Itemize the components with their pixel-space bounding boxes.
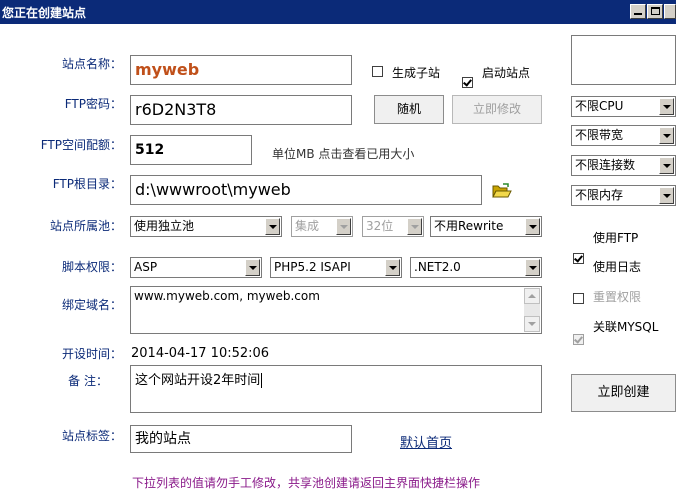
ftp-quota-hint[interactable]: 单位MB 点击查看已用大小: [272, 145, 414, 162]
reset-permission-checkbox[interactable]: [573, 334, 584, 345]
ftp-quota-input[interactable]: 512: [130, 135, 252, 165]
maximize-button[interactable]: [647, 4, 663, 19]
use-log-checkbox[interactable]: [573, 293, 584, 304]
remark-value: 这个网站开设2年时间: [135, 373, 261, 388]
cpu-limit-select[interactable]: 不限CPU: [571, 96, 676, 117]
site-name-label: 站点名称：: [61, 57, 122, 71]
php-value: PHP5.2 ISAPI: [274, 260, 351, 274]
maximize-icon: [651, 7, 660, 15]
bandwidth-limit-value: 不限带宽: [575, 128, 624, 142]
create-subsite-checkbox[interactable]: [372, 66, 383, 77]
asp-value: ASP: [134, 260, 158, 274]
site-tag-input[interactable]: 我的站点: [130, 425, 352, 453]
use-log-label: 使用日志: [593, 260, 642, 274]
domains-label: 绑定域名：: [61, 298, 122, 312]
chevron-down-icon: [385, 259, 400, 276]
reset-permission-label: 重置权限: [593, 290, 642, 304]
window-title: 您正在创建站点: [2, 6, 87, 20]
ftp-password-label: FTP密码：: [64, 97, 122, 111]
ftp-root-input[interactable]: d:\wwwroot\myweb: [130, 175, 482, 205]
rewrite-select[interactable]: 不用Rewrite: [430, 216, 542, 237]
scroll-up-icon[interactable]: [524, 288, 540, 304]
text-caret: [261, 373, 263, 388]
title-bar: 您正在创建站点: [0, 0, 676, 24]
preview-box: [571, 35, 676, 85]
chevron-down-icon: [245, 259, 260, 276]
php-select[interactable]: PHP5.2 ISAPI: [270, 257, 402, 278]
chevron-down-icon: [525, 259, 540, 276]
dotnet-value: .NET2.0: [414, 260, 461, 274]
dotnet-select[interactable]: .NET2.0: [410, 257, 542, 278]
chevron-down-icon: [659, 187, 674, 204]
remark-textarea[interactable]: 这个网站开设2年时间: [130, 365, 542, 413]
bitness-select[interactable]: 32位: [362, 216, 424, 237]
use-ftp-label: 使用FTP: [593, 231, 639, 245]
scroll-down-icon[interactable]: [524, 316, 540, 332]
chevron-down-icon: [336, 218, 351, 235]
random-password-button[interactable]: 随机: [374, 95, 444, 124]
bitness-value: 32位: [366, 219, 394, 233]
domains-textarea[interactable]: www.myweb.com, myweb.com: [130, 286, 542, 334]
create-subsite-label: 生成子站: [392, 66, 441, 80]
pool-label: 站点所属池：: [49, 219, 122, 233]
asp-select[interactable]: ASP: [130, 257, 262, 278]
chevron-down-icon: [265, 218, 280, 235]
default-home-link[interactable]: 默认首页: [400, 432, 452, 451]
close-button[interactable]: [664, 4, 676, 19]
rewrite-value: 不用Rewrite: [434, 219, 504, 233]
modify-now-button[interactable]: 立即修改: [452, 95, 542, 124]
use-ftp-checkbox[interactable]: [573, 253, 584, 264]
chevron-down-icon: [659, 127, 674, 144]
site-tag-label: 站点标签：: [61, 429, 122, 443]
minimize-button[interactable]: [630, 4, 646, 19]
footer-note: 下拉列表的值请勿手工修改，共享池创建请返回主界面快捷栏操作: [132, 476, 481, 490]
pool-select[interactable]: 使用独立池: [130, 216, 282, 237]
domains-scrollbar[interactable]: [524, 288, 540, 332]
pipeline-mode-value: 集成: [295, 219, 320, 233]
remark-label: 备 注：: [68, 374, 108, 388]
connections-limit-select[interactable]: 不限连接数: [571, 155, 676, 176]
connections-limit-value: 不限连接数: [575, 158, 636, 172]
enable-site-checkbox[interactable]: [462, 77, 473, 88]
chevron-down-icon: [659, 98, 674, 115]
domains-value: www.myweb.com, myweb.com: [134, 289, 320, 303]
bandwidth-limit-select[interactable]: 不限带宽: [571, 125, 676, 146]
site-name-input[interactable]: myweb: [130, 55, 352, 85]
chevron-down-icon: [525, 218, 540, 235]
created-time-label: 开设时间：: [61, 347, 122, 361]
script-permission-label: 脚本权限：: [61, 260, 122, 274]
memory-limit-select[interactable]: 不限内存: [571, 185, 676, 206]
memory-limit-value: 不限内存: [575, 188, 624, 202]
ftp-quota-label: FTP空间配额：: [40, 138, 122, 152]
created-time-value: 2014-04-17 10:52:06: [131, 346, 270, 361]
enable-site-label: 启动站点: [482, 66, 531, 80]
cpu-limit-value: 不限CPU: [575, 99, 624, 113]
link-mysql-label: 关联MYSQL: [593, 320, 659, 334]
ftp-root-label: FTP根目录：: [52, 177, 122, 191]
pipeline-mode-select[interactable]: 集成: [291, 216, 353, 237]
chevron-down-icon: [407, 218, 422, 235]
minimize-icon: [634, 13, 642, 15]
ftp-password-input[interactable]: r6D2N3T8: [130, 95, 352, 125]
chevron-down-icon: [659, 157, 674, 174]
create-now-button[interactable]: 立即创建: [571, 374, 676, 412]
folder-open-icon[interactable]: [492, 183, 512, 199]
pool-value: 使用独立池: [134, 219, 195, 233]
